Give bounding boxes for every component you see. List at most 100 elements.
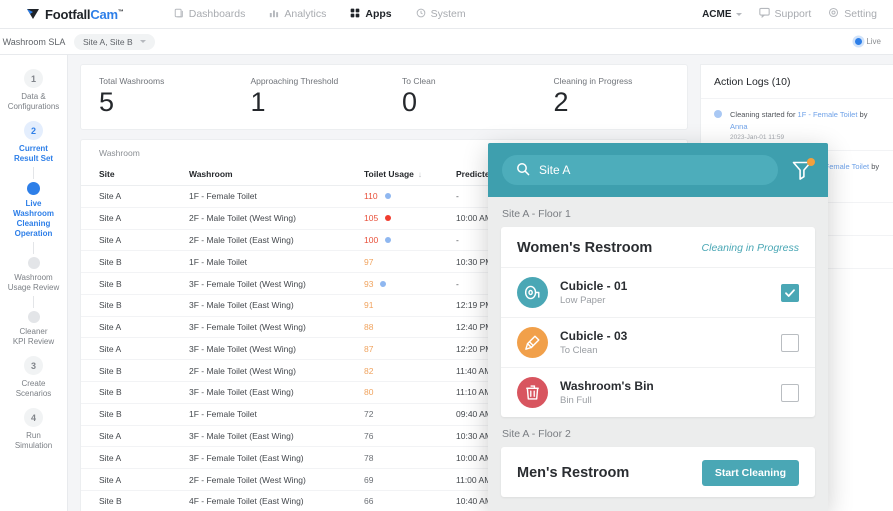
nav-item-system[interactable]: System (416, 8, 466, 21)
usage-value: 97 (364, 256, 374, 267)
cell-toilet-usage: 66 (346, 490, 438, 511)
room-header: Women's Restroom Cleaning in Progress (501, 227, 815, 267)
cell-site: Site A (81, 337, 171, 361)
list-item-washrooms-bin[interactable]: Washroom's Bin Bin Full (501, 367, 815, 417)
cell-washroom: 2F - Male Toilet (West Wing) (171, 359, 346, 383)
search-input-value: Site A (539, 163, 571, 177)
dashboards-icon (174, 8, 184, 21)
support-label: Support (774, 8, 812, 20)
start-cleaning-button[interactable]: Start Cleaning (701, 460, 799, 486)
brand-logo-area[interactable]: FootfallCam™ (0, 7, 146, 22)
account-menu[interactable]: ACME (702, 9, 742, 20)
usage-value: 87 (364, 343, 374, 354)
step-badge-3: 3 (24, 356, 43, 375)
setting-button[interactable]: Setting (828, 7, 877, 21)
top-nav-items: Dashboards Analytics Apps System (174, 8, 466, 21)
usage-value: 88 (364, 322, 374, 333)
page-title: Washroom SLA (2, 36, 66, 47)
stat-approaching-threshold: Approaching Threshold 1 (233, 76, 385, 117)
cell-toilet-usage: 93 (346, 272, 438, 295)
sidebar-item-data-configurations[interactable]: 1 Data & Configurations (0, 69, 67, 112)
room-title: Women's Restroom (517, 240, 653, 256)
cubicle-status: Low Paper (560, 294, 606, 306)
list-item-cubicle-03[interactable]: Cubicle - 03 To Clean (501, 317, 815, 367)
cell-toilet-usage: 80 (346, 381, 438, 404)
stats-card: Total Washrooms 5 Approaching Threshold … (80, 64, 688, 130)
sidebar-item-cleaner-kpi-review[interactable]: Cleaner KPI Review (0, 311, 67, 347)
washroom-detail-modal: Site A Site A - Floor 1 Women's Restroom… (488, 143, 828, 511)
sidebar-item-current-result-set[interactable]: 2 Current Result Set (0, 121, 67, 164)
gear-icon (828, 7, 839, 21)
footfallcam-logo-icon (26, 8, 40, 20)
stat-label: Total Washrooms (99, 76, 165, 86)
step-label-current-result-set: Current Result Set (13, 144, 54, 163)
system-icon (416, 8, 426, 21)
cell-toilet-usage: 87 (346, 337, 438, 361)
status-dot-icon (385, 215, 392, 222)
live-label: Live (866, 37, 881, 46)
filter-button[interactable] (790, 158, 815, 182)
site-filter-chip[interactable]: Site A, Site B (74, 33, 155, 50)
cell-site: Site B (81, 272, 171, 295)
usage-value: 91 (364, 300, 374, 311)
sort-icon[interactable]: ↓ (418, 170, 422, 179)
nav-item-apps[interactable]: Apps (350, 8, 392, 21)
cubicle-status: Bin Full (560, 394, 592, 406)
toilet-paper-icon (517, 277, 548, 308)
cell-toilet-usage: 82 (346, 359, 438, 383)
usage-value: 78 (364, 452, 374, 463)
apps-icon (350, 8, 360, 21)
usage-value: 100 (364, 234, 379, 245)
list-item-cubicle-01[interactable]: Cubicle - 01 Low Paper (501, 267, 815, 317)
sidebar-item-live-washroom-cleaning-operation[interactable]: Live Washroom Cleaning Operation (0, 182, 67, 239)
site-filter-label: Site A, Site B (83, 36, 133, 47)
search-input[interactable]: Site A (502, 155, 778, 185)
stat-value: 2 (553, 87, 569, 117)
cell-site: Site A (81, 229, 171, 252)
cell-site: Site A (81, 446, 171, 470)
support-button[interactable]: Support (758, 7, 812, 21)
usage-value: 93 (364, 278, 374, 289)
log-user-link[interactable]: Anna (730, 122, 748, 131)
check-icon (785, 288, 795, 297)
cell-site: Site B (81, 294, 171, 317)
step-dot-live (27, 182, 40, 195)
cubicle-checkbox[interactable] (781, 383, 799, 402)
log-washroom-link[interactable]: 1F - Female Toilet (798, 110, 858, 119)
sidebar-item-create-scenarios[interactable]: 3 Create Scenarios (0, 356, 67, 399)
usage-value: 72 (364, 409, 374, 420)
log-status-dot-icon (714, 110, 722, 118)
cubicle-name: Cubicle - 01 (560, 278, 628, 293)
cell-toilet-usage: 105 (346, 207, 438, 230)
usage-value: 80 (364, 387, 374, 398)
chevron-down-icon (735, 12, 742, 16)
nav-label-analytics: Analytics (284, 8, 327, 20)
stat-value: 5 (99, 87, 115, 117)
cell-washroom: 2F - Male Toilet (West Wing) (171, 207, 346, 230)
cubicle-name: Washroom's Bin (560, 378, 654, 393)
cell-washroom: 3F - Female Toilet (West Wing) (171, 272, 346, 295)
status-dot-icon (385, 236, 392, 243)
cubicle-text: Cubicle - 03 To Clean (560, 329, 627, 357)
cell-site: Site B (81, 381, 171, 404)
analytics-icon (269, 8, 279, 21)
nav-item-analytics[interactable]: Analytics (269, 8, 326, 21)
column-header-washroom[interactable]: Washroom (171, 163, 346, 186)
nav-label-system: System (430, 8, 466, 20)
cubicle-checkbox[interactable] (781, 333, 799, 352)
floor-label-1: Site A - Floor 1 (502, 208, 571, 220)
step-badge-4: 4 (24, 408, 43, 427)
sidebar-item-run-simulation[interactable]: 4 Run Simulation (0, 408, 67, 451)
cell-washroom: 3F - Male Toilet (East Wing) (171, 381, 346, 404)
nav-item-dashboards[interactable]: Dashboards (174, 8, 245, 21)
column-header-site[interactable]: Site (81, 163, 171, 186)
cubicle-checkbox[interactable] (781, 283, 799, 302)
cell-site: Site A (81, 316, 171, 339)
log-timestamp: 2023-Jan-01 11:59 (730, 134, 785, 141)
usage-value: 105 (364, 213, 379, 224)
step-dot-usage-review (27, 257, 40, 269)
step-label-data-configurations: Data & Configurations (7, 92, 60, 111)
sidebar-item-washroom-usage-review[interactable]: Washroom Usage Review (0, 257, 67, 293)
cell-washroom: 3F - Male Toilet (East Wing) (171, 294, 346, 317)
column-header-toilet-usage[interactable]: Toilet Usage ↓ (346, 163, 438, 186)
